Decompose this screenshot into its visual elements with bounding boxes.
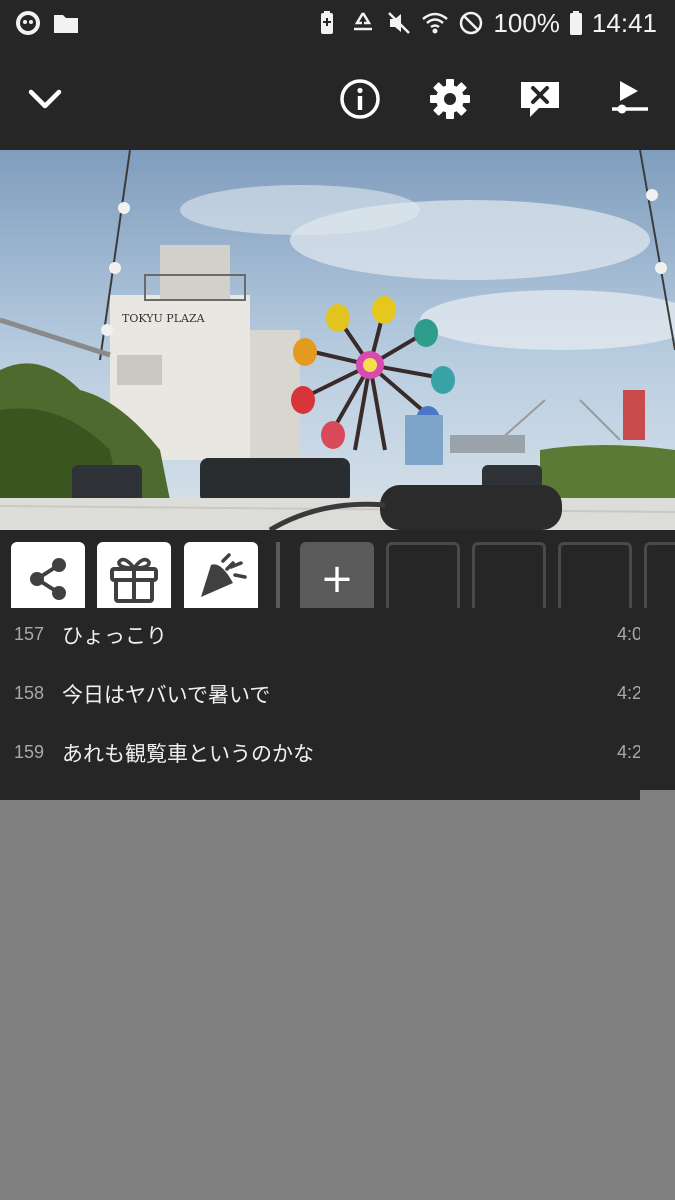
add-label: +: [320, 556, 354, 602]
comment-time: 4:22: [616, 742, 640, 762]
playlist-icon: [612, 81, 648, 114]
cracker-icon: [201, 553, 247, 597]
action-divider: [276, 542, 280, 616]
collapse-button[interactable]: [21, 75, 69, 123]
stamp-slot[interactable]: [386, 542, 460, 616]
stamp-slot[interactable]: [558, 542, 632, 616]
comment-row[interactable]: 159 あれも観覧車というのかな 4:22: [0, 726, 640, 785]
hide-comments-button[interactable]: [516, 75, 564, 123]
share-button[interactable]: [11, 542, 85, 616]
chevron-down-icon: [28, 89, 62, 109]
comment-row[interactable]: 158 今日はヤバいで暑いで 4:21: [0, 667, 640, 726]
gift-button[interactable]: [97, 542, 171, 616]
add-stamp-button[interactable]: +: [300, 542, 374, 616]
list-edge: [640, 608, 675, 790]
svg-text:TOKYU PLAZA: TOKYU PLAZA: [122, 312, 206, 325]
comment-text: あれも観覧車というのかな: [62, 742, 314, 766]
gift-icon: [110, 557, 158, 603]
share-icon: [30, 558, 66, 600]
playlist-button[interactable]: [606, 75, 654, 123]
clock: 14:41: [591, 8, 657, 38]
video-frame-image: TOKYU PLAZA: [0, 150, 675, 530]
comment-time: 4:21: [616, 683, 640, 703]
do-not-disturb-icon: [460, 11, 483, 35]
battery-icon: [569, 11, 582, 35]
comment-time: 4:07: [616, 624, 640, 644]
video-player[interactable]: TOKYU PLAZA: [0, 150, 675, 530]
comment-list[interactable]: 157 ひょっこり 4:07 158 今日はヤバいで暑いで 4:21 159 あ…: [0, 608, 640, 800]
avatar-icon: [16, 11, 40, 35]
wifi-icon: [422, 12, 449, 34]
info-icon: [340, 79, 380, 119]
stamp-slot[interactable]: [644, 542, 675, 616]
recycle-icon: [354, 12, 373, 31]
cracker-button[interactable]: [184, 542, 258, 616]
status-bar: 100% 14:41: [0, 0, 675, 48]
folder-icon: [54, 15, 78, 33]
comment-row[interactable]: 157 ひょっこり 4:07: [0, 608, 640, 667]
comment-number: 159: [14, 742, 45, 762]
mute-icon: [388, 12, 411, 34]
gear-icon: [430, 79, 470, 119]
info-button[interactable]: [336, 75, 384, 123]
stamp-slot[interactable]: [472, 542, 546, 616]
battery-saver-icon: [321, 11, 334, 34]
comment-text: ひょっこり: [62, 624, 167, 648]
player-toolbar: [0, 48, 675, 150]
comment-off-icon: [521, 82, 559, 117]
comment-number: 157: [14, 624, 45, 644]
comment-text: 今日はヤバいで暑いで: [62, 683, 271, 707]
battery-percent: 100%: [493, 8, 560, 38]
comment-number: 158: [14, 683, 45, 703]
settings-button[interactable]: [426, 75, 474, 123]
